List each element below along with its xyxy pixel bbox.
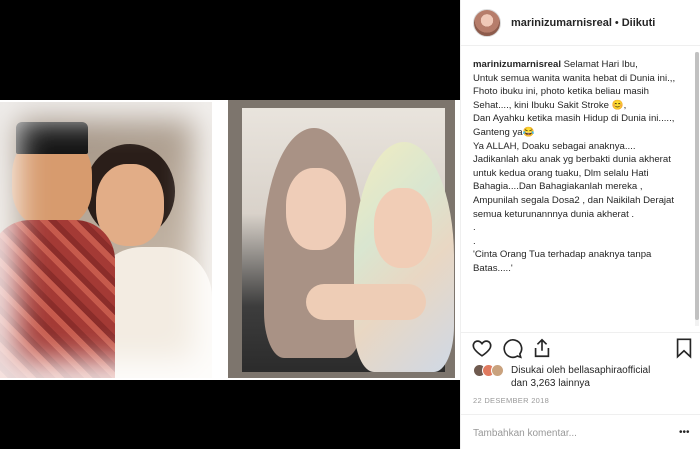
share-button[interactable] (531, 337, 553, 359)
comment-button[interactable] (501, 337, 523, 359)
share-icon (534, 338, 550, 358)
caption-line-text: Selamat Hari Ibu, (563, 59, 638, 70)
woman-dress (92, 247, 212, 378)
liker-avatar (491, 364, 504, 377)
save-button[interactable] (673, 337, 695, 359)
more-options-button[interactable]: ••• (679, 427, 695, 439)
liker-avatars (473, 364, 507, 378)
likes-summary: Disukai oleh bellasaphiraofficial dan 3,… (473, 364, 693, 392)
man-shirt (0, 220, 115, 378)
avatar[interactable] (473, 8, 501, 37)
caption-line: Untuk semua wanita wanita hebat di Dunia… (473, 72, 678, 111)
selfie-photo (228, 100, 455, 378)
left-face (286, 168, 346, 250)
post-date: 22 DESEMBER 2018 (473, 396, 550, 405)
caption-username[interactable]: marinizumarnisreal (473, 59, 561, 70)
selfie-background (242, 108, 454, 372)
follow-status-button[interactable]: Diikuti (622, 17, 656, 29)
caption-line: . (473, 222, 476, 234)
header-username[interactable]: marinizumarnisreal (511, 17, 612, 29)
post-media[interactable] (0, 0, 460, 449)
caption-line: . (473, 235, 476, 247)
woman-face (96, 164, 164, 246)
comment-bubble-icon (503, 339, 523, 359)
post-caption: marinizumarnisreal Selamat Hari Ibu, Unt… (473, 58, 685, 326)
arm (306, 284, 426, 320)
caption-line: Jadikanlah aku anak yg berbakti dunia ak… (473, 154, 677, 220)
photo-collage (0, 100, 460, 380)
man-hat (16, 122, 88, 154)
heart-icon (472, 340, 492, 357)
right-face (374, 188, 432, 268)
scrollbar-thumb[interactable] (695, 52, 699, 320)
post-header: marinizumarnisreal • Diikuti (461, 0, 700, 46)
like-button[interactable] (471, 337, 493, 359)
liked-by-text[interactable]: Disukai oleh bellasaphiraofficial (511, 364, 650, 377)
likes-count[interactable]: dan 3,263 lainnya (511, 377, 590, 390)
parents-photo (0, 102, 212, 378)
woman-hair (85, 144, 175, 239)
comment-input[interactable] (473, 425, 673, 441)
man-face (12, 132, 92, 227)
header-separator: • (614, 16, 619, 29)
caption-line: marinizumarnisreal Selamat Hari Ibu, (473, 58, 685, 72)
caption-line: Dan Ayahku ketika masih Hidup di Dunia i… (473, 113, 678, 138)
bookmark-icon (676, 338, 692, 359)
caption-line: Ya ALLAH, Doaku sebagai anaknya.... (473, 140, 636, 152)
caption-line: 'Cinta Orang Tua terhadap anaknya tanpa … (473, 249, 655, 274)
comment-area: ••• (461, 414, 700, 449)
action-bar (461, 332, 700, 360)
caption-scrollbar[interactable] (695, 52, 699, 326)
post-side-panel: marinizumarnisreal • Diikuti marinizumar… (460, 0, 700, 449)
